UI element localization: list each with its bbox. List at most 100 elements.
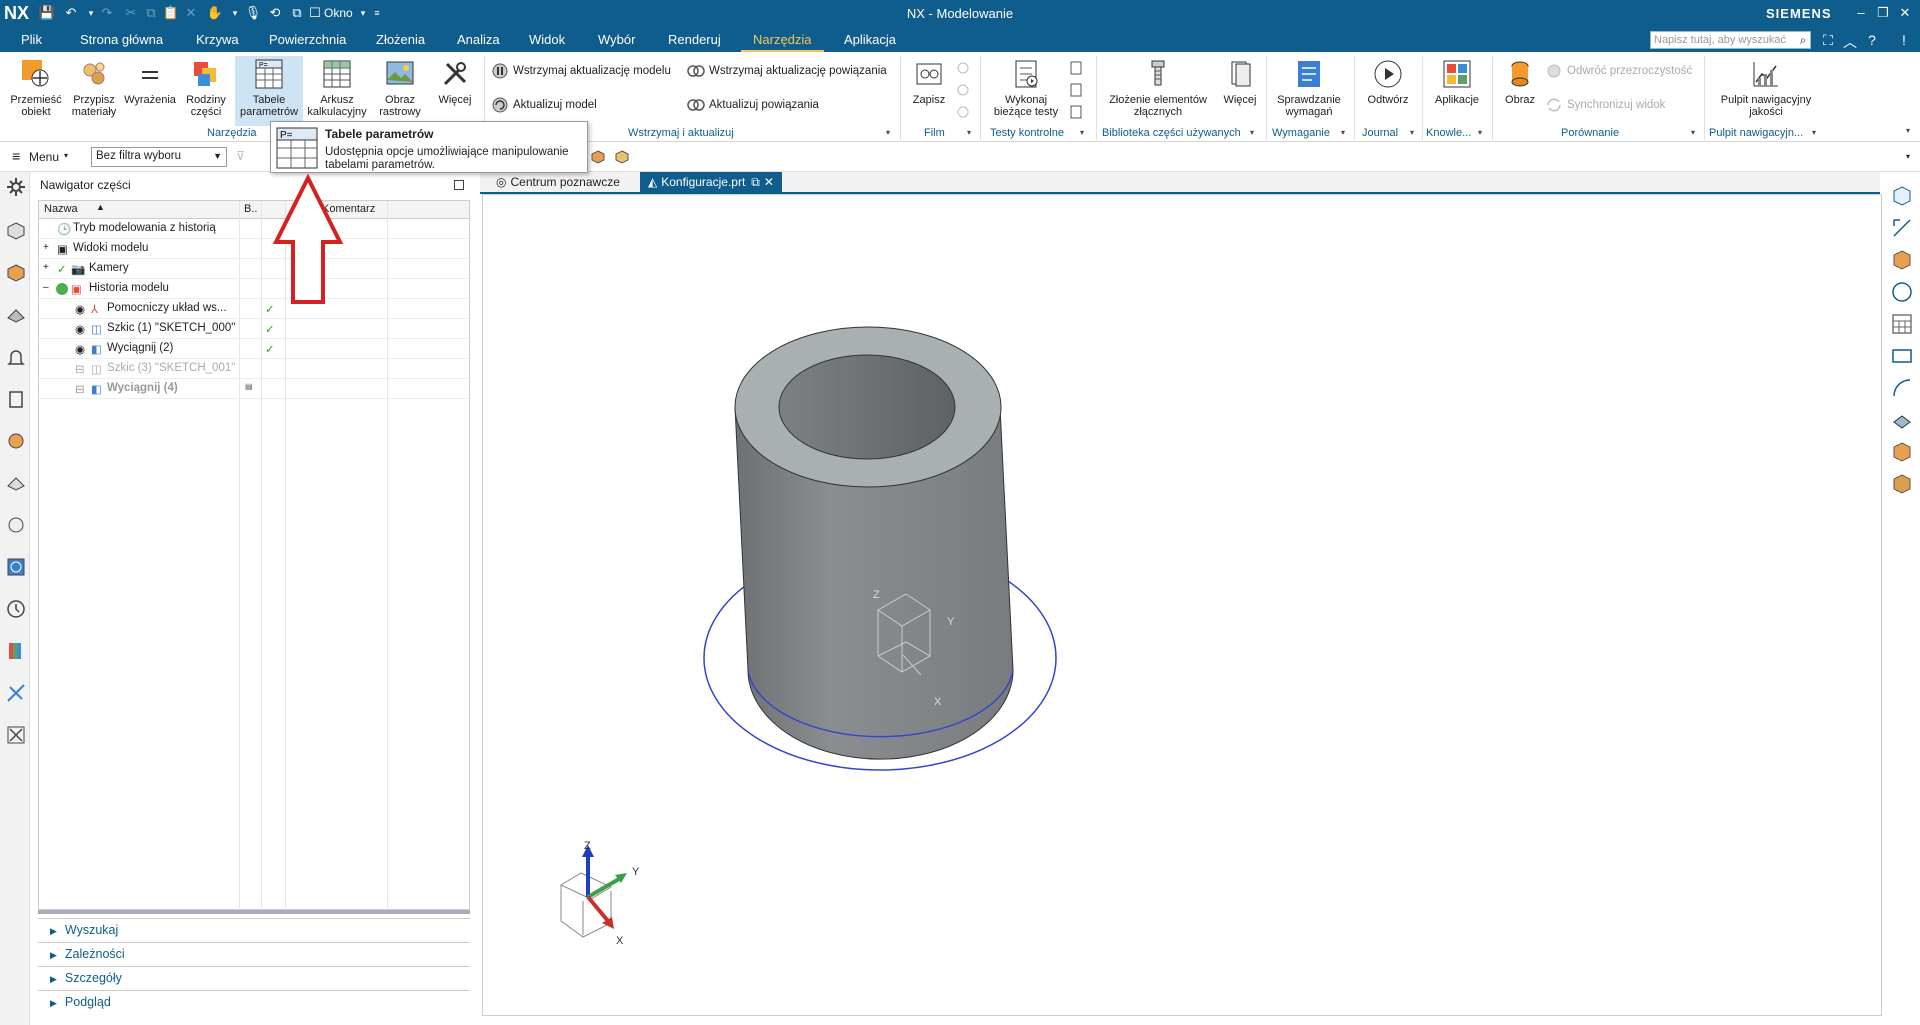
- arc-tool-icon[interactable]: [1890, 376, 1914, 400]
- cube-icon[interactable]: [614, 149, 630, 165]
- table-row[interactable]: + ✓ 📷 Kamery: [39, 259, 469, 279]
- sort-ascending-icon[interactable]: ▲: [96, 202, 105, 212]
- tab-centrum-poznawcze[interactable]: ◎ Centrum poznawcze: [488, 172, 628, 192]
- table-row[interactable]: – ▣ Historia modelu: [39, 279, 469, 299]
- menu-hamburger-icon[interactable]: ≡: [12, 149, 20, 163]
- reuse-library-icon[interactable]: [5, 388, 27, 410]
- checker-option-icon[interactable]: [1068, 104, 1084, 120]
- suspend-model-update-button[interactable]: Wstrzymaj aktualizację modelu: [490, 60, 671, 82]
- expand-icon[interactable]: +: [43, 262, 49, 273]
- ribbon-options-icon[interactable]: ▾: [1906, 126, 1910, 135]
- group-dashboard-dropdown-icon[interactable]: ▾: [1812, 128, 1816, 137]
- menu-aplikacja[interactable]: Aplikacja: [844, 32, 896, 47]
- column-b-header[interactable]: B..: [244, 203, 257, 215]
- more-tools-button[interactable]: Więcej: [430, 58, 480, 106]
- selection-filter-select[interactable]: Bez filtra wyboru ▼: [91, 147, 227, 167]
- group-film-dropdown-icon[interactable]: ▾: [967, 128, 971, 137]
- menu-analiza[interactable]: Analiza: [457, 32, 500, 47]
- table-row[interactable]: ⊟ ◧ Wyciągnij (4) ▤: [39, 379, 469, 399]
- process-studio-icon[interactable]: [5, 556, 27, 578]
- requirements-check-button[interactable]: Sprawdzanie wymagań: [1272, 58, 1346, 118]
- graphics-viewport[interactable]: Z Y X Z Y X: [482, 194, 1882, 1016]
- section-search[interactable]: ▶ Wyszukaj: [38, 918, 470, 942]
- expand-icon[interactable]: +: [43, 242, 49, 253]
- table-row[interactable]: + ▣ Widoki modelu: [39, 239, 469, 259]
- search-input[interactable]: Napisz tutaj, aby wyszukać: [1650, 31, 1811, 49]
- compare-image-button[interactable]: Obraz: [1498, 58, 1542, 106]
- settings-gear-icon[interactable]: [5, 176, 27, 198]
- menu-strona-glowna[interactable]: Strona główna: [80, 32, 163, 47]
- parameter-tables-button[interactable]: P= Tabele parametrów: [235, 56, 303, 126]
- tab-konfiguracje[interactable]: ◭ Konfiguracje.prt ⧉ ✕: [640, 172, 782, 192]
- menu-narzedzia[interactable]: Narzędzia: [741, 32, 823, 53]
- alert-icon[interactable]: !: [1896, 32, 1912, 48]
- group-tests-dropdown-icon[interactable]: ▾: [1080, 128, 1084, 137]
- restore-icon[interactable]: ❐: [1874, 5, 1892, 21]
- group-library-dropdown-icon[interactable]: ▾: [1250, 128, 1254, 137]
- table-row[interactable]: ⊟ ◫ Szkic (3) "SKETCH_001": [39, 359, 469, 379]
- minimize-icon[interactable]: –: [1852, 5, 1870, 21]
- menu-wybor[interactable]: Wybór: [598, 32, 635, 47]
- column-name-header[interactable]: Nazwa: [44, 203, 78, 215]
- eye-icon[interactable]: ◉: [75, 322, 85, 336]
- notification-bell-icon[interactable]: [5, 346, 27, 368]
- hd3d-tools-icon[interactable]: [5, 430, 27, 452]
- group-suspend-dropdown-icon[interactable]: ▾: [886, 128, 890, 137]
- web-browser-icon[interactable]: [5, 472, 27, 494]
- expressions-button[interactable]: Wyrażenia: [122, 58, 178, 106]
- menu-widok[interactable]: Widok: [529, 32, 565, 47]
- film-option-icon[interactable]: [955, 104, 971, 120]
- assign-materials-button[interactable]: Przypisz materiały: [68, 58, 120, 118]
- menu-powierzchnia[interactable]: Powierzchnia: [269, 32, 346, 47]
- menu-zlozenia[interactable]: Złożenia: [376, 32, 425, 47]
- table-row[interactable]: 🕒 Tryb modelowania z historią: [39, 219, 469, 239]
- tools-palette-icon[interactable]: [5, 724, 27, 746]
- collapse-icon[interactable]: –: [43, 282, 49, 293]
- section-dependencies[interactable]: ▶ Zależności: [38, 942, 470, 966]
- applications-button[interactable]: Aplikacje: [1428, 58, 1486, 106]
- detach-icon[interactable]: ⧉: [751, 175, 760, 189]
- film-option-icon[interactable]: [955, 60, 971, 76]
- part-navigator-icon[interactable]: [5, 304, 27, 326]
- group-requirements-dropdown-icon[interactable]: ▾: [1341, 128, 1345, 137]
- move-object-button[interactable]: Przemieść obiekt: [6, 58, 66, 118]
- suspend-links-button[interactable]: Wstrzymaj aktualizację powiązania: [686, 60, 887, 82]
- menu-plik[interactable]: Plik: [21, 32, 42, 47]
- panel-splitter[interactable]: [38, 910, 470, 914]
- group-compare-dropdown-icon[interactable]: ▾: [1691, 128, 1695, 137]
- circle-tool-icon[interactable]: [1890, 280, 1914, 304]
- history-palette-icon[interactable]: [5, 514, 27, 536]
- fastener-assembly-button[interactable]: Złożenie elementów złącznych: [1102, 58, 1214, 118]
- raster-image-button[interactable]: Obraz rastrowy: [370, 58, 430, 118]
- update-links-button[interactable]: Aktualizuj powiązania: [686, 94, 819, 116]
- cube-icon[interactable]: [590, 149, 606, 165]
- checker-option-icon[interactable]: [1068, 60, 1084, 76]
- system-scenes-icon[interactable]: [5, 682, 27, 704]
- eye-icon[interactable]: ◉: [75, 302, 85, 316]
- eye-icon[interactable]: ◉: [75, 342, 85, 356]
- close-tab-icon[interactable]: ✕: [764, 175, 774, 189]
- group-knowledge-dropdown-icon[interactable]: ▾: [1478, 128, 1482, 137]
- table-row[interactable]: ◉ ⅄ Pomocniczy układ ws... ✓: [39, 299, 469, 319]
- menu-button[interactable]: Menu: [29, 150, 59, 164]
- checker-option-icon[interactable]: [1068, 82, 1084, 98]
- parameter-table-icon[interactable]: [1890, 312, 1914, 336]
- block-tool-icon[interactable]: [1890, 440, 1914, 464]
- section-details[interactable]: ▶ Szczegóły: [38, 966, 470, 990]
- part-families-button[interactable]: Rodziny części: [180, 58, 232, 118]
- menu-renderuj[interactable]: Renderuj: [668, 32, 721, 47]
- table-row[interactable]: ◉ ◧ Wyciągnij (2) ✓: [39, 339, 469, 359]
- quality-dashboard-button[interactable]: Pulpit nawigacyjny jakości: [1710, 58, 1822, 118]
- run-current-tests-button[interactable]: Wykonaj bieżące testy: [986, 58, 1066, 118]
- solid-tool-icon[interactable]: [1890, 472, 1914, 496]
- fullscreen-icon[interactable]: ⛶: [1820, 32, 1836, 49]
- save-film-button[interactable]: Zapisz: [906, 58, 952, 106]
- constraint-navigator-icon[interactable]: [5, 262, 27, 284]
- toolbar-options-icon[interactable]: ▾: [1906, 152, 1910, 161]
- maximize-panel-icon[interactable]: [454, 180, 464, 190]
- view-cube-icon[interactable]: [1890, 184, 1914, 208]
- clock-icon[interactable]: [5, 598, 27, 620]
- table-row[interactable]: ◉ ◫ Szkic (1) "SKETCH_000" ✓: [39, 319, 469, 339]
- collapse-ribbon-icon[interactable]: ︿: [1842, 32, 1858, 52]
- film-option-icon[interactable]: [955, 82, 971, 98]
